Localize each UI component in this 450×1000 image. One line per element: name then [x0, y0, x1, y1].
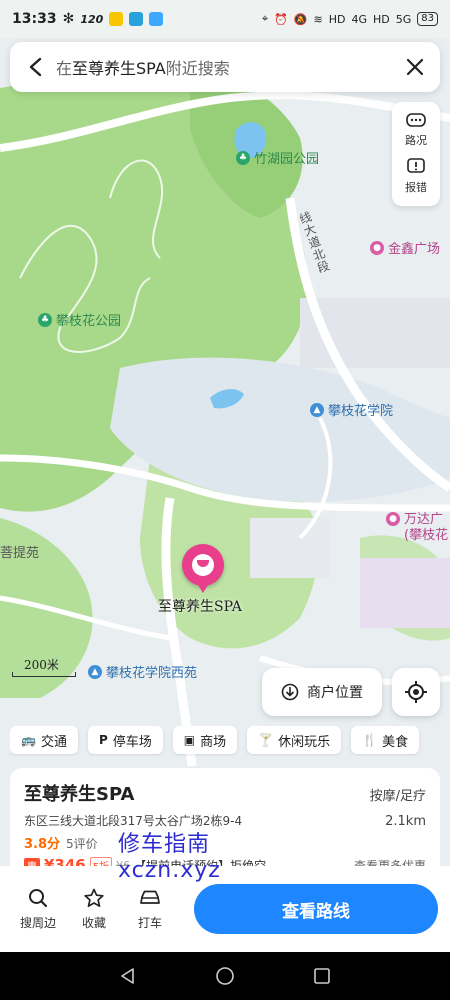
- poi-info-card[interactable]: 至尊养生SPA 按摩/足疗 东区三线大道北段317号太谷广场2栋9-4 2.1k…: [10, 768, 440, 878]
- search-icon: [29, 888, 48, 907]
- map-label-panzhihua-college[interactable]: ▲ 攀枝花学院: [310, 400, 393, 419]
- map-label-jinxin-plaza[interactable]: ● 金鑫广场: [370, 238, 440, 257]
- poi-distance: 2.1km: [385, 814, 426, 829]
- map-side-controls: 路况 报错: [392, 102, 440, 206]
- chip-leisure[interactable]: 🍸 休闲玩乐: [247, 726, 342, 754]
- map-label-college-west[interactable]: ▲ 攀枝花学院西苑: [88, 662, 197, 681]
- search-query[interactable]: 在至尊养生SPA附近搜索: [56, 55, 230, 79]
- pin-label: 至尊养生SPA: [158, 599, 242, 615]
- app-icon: [149, 12, 164, 26]
- report-error-button[interactable]: 报错: [405, 158, 427, 195]
- status-bar: 13:33 ✻ 120 ⌖ ⏰ 🔕 ≋ HD 4G HD 5G 83: [0, 0, 450, 38]
- recents-square-icon[interactable]: [313, 967, 331, 985]
- watermark-line-2: xczn.xyz: [118, 858, 221, 883]
- network-hd-2: HD: [372, 12, 390, 26]
- school-icon: ▲: [310, 402, 324, 417]
- traffic-button[interactable]: 路况: [405, 113, 427, 148]
- scale-label: 200米: [24, 658, 59, 672]
- map-view[interactable]: ♣ 竹湖园公园 ● 金鑫广场 线大道北段 ♣ 攀枝花公园 ▲ 攀枝花学院 ● 万…: [0, 38, 450, 766]
- close-icon[interactable]: [404, 56, 426, 78]
- shopping-bag-icon: ▣: [183, 733, 196, 747]
- crosshair-icon: [405, 681, 427, 703]
- cocktail-icon: 🍸: [258, 733, 274, 747]
- report-icon: [407, 158, 425, 173]
- review-count: 5评价: [66, 837, 98, 851]
- status-time: 13:33: [12, 11, 57, 27]
- search-bar[interactable]: 在至尊养生SPA附近搜索: [10, 42, 440, 92]
- park-icon: ♣: [38, 312, 52, 327]
- shopping-icon: ●: [386, 512, 400, 526]
- favorite-button[interactable]: 收藏: [66, 888, 122, 931]
- chip-transport[interactable]: 🚌 交通: [10, 726, 78, 754]
- chip-parking[interactable]: P 停车场: [87, 726, 163, 754]
- network-4g: 4G: [351, 12, 367, 26]
- view-route-button[interactable]: 查看路线: [194, 884, 438, 934]
- school-icon: ▲: [88, 664, 102, 679]
- scale-bar: [12, 672, 76, 677]
- map-pin[interactable]: [182, 544, 224, 593]
- back-arrow-icon[interactable]: [24, 56, 46, 78]
- poi-rating[interactable]: 3.8分 5评价: [24, 833, 426, 852]
- poi-title: 至尊养生SPA: [24, 784, 135, 805]
- home-circle-icon[interactable]: [215, 966, 235, 986]
- poi-category: 按摩/足疗: [369, 789, 426, 804]
- chat-bubble-icon: [406, 113, 426, 127]
- network-hd-1: HD: [328, 12, 346, 26]
- pinwheel-icon: ✻: [62, 11, 75, 27]
- bus-icon: 🚌: [21, 733, 36, 747]
- bottom-action-bar: 搜周边 收藏 打车 查看路线: [0, 866, 450, 952]
- watermark-line-1: 修车指南: [118, 832, 211, 857]
- wifi-icon: ≋: [313, 12, 323, 26]
- park-icon: ♣: [236, 150, 250, 165]
- taxi-button[interactable]: 打车: [122, 888, 178, 931]
- telegram-icon: [129, 12, 144, 26]
- system-nav-bar: [0, 952, 450, 1000]
- map-label-zhuhu-park[interactable]: ♣ 竹湖园公园: [236, 148, 319, 167]
- poi-address: 东区三线大道北段317号太谷广场2栋9-4: [24, 814, 243, 828]
- category-chips: 🚌 交通 P 停车场 ▣ 商场 🍸 休闲玩乐 🍴 美食: [10, 726, 450, 756]
- car-icon: [140, 890, 160, 904]
- chip-food[interactable]: 🍴 美食: [351, 726, 420, 754]
- location-icon: ⌖: [261, 12, 269, 25]
- merchant-location-button[interactable]: 商户位置: [262, 668, 382, 716]
- fork-knife-icon: 🍴: [362, 733, 378, 747]
- network-5g: 5G: [395, 12, 412, 26]
- shopping-icon: ●: [370, 240, 384, 255]
- star-icon: [84, 888, 104, 907]
- watermark: 修车指南 xczn.xyz: [118, 832, 221, 884]
- mute-icon: 🔕: [293, 12, 308, 26]
- spa-face-icon: [192, 554, 214, 576]
- map-label-puti-yuan[interactable]: 菩提苑: [0, 542, 39, 561]
- map-label-wanda[interactable]: ● 万达广 (攀枝花: [386, 512, 448, 544]
- alarm-icon: ⏰: [274, 12, 288, 26]
- search-nearby-button[interactable]: 搜周边: [10, 888, 66, 931]
- map-label-panzhihua-park[interactable]: ♣ 攀枝花公园: [38, 310, 121, 329]
- wanda-line-2: (攀枝花: [404, 528, 449, 543]
- download-circle-icon: [281, 683, 299, 701]
- battery-indicator: 83: [417, 12, 438, 26]
- parking-icon: P: [98, 733, 108, 747]
- locate-me-button[interactable]: [392, 668, 440, 716]
- refresh-rate: 120: [80, 12, 104, 26]
- meituan-icon: [109, 12, 124, 26]
- back-triangle-icon[interactable]: [119, 967, 137, 985]
- wanda-line-1: 万达广: [404, 512, 444, 527]
- chip-mall[interactable]: ▣ 商场: [172, 726, 238, 754]
